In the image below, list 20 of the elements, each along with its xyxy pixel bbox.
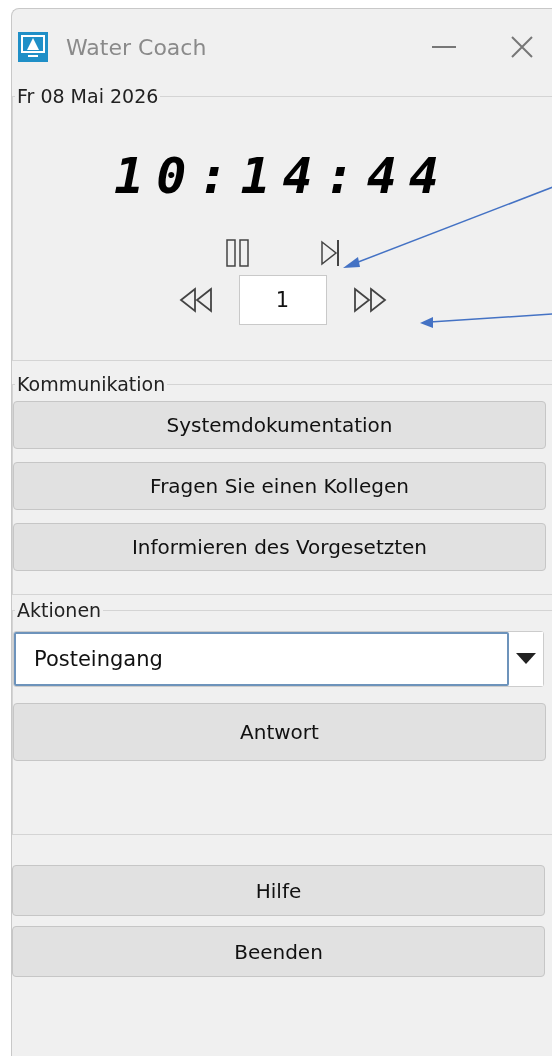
action-button[interactable]: Beenden — [12, 926, 545, 977]
group-title: Fr 08 Mai 2026 — [16, 85, 160, 107]
action-button[interactable]: Informieren des Vorgesetzten — [13, 523, 546, 571]
group-title: Aktionen — [16, 599, 103, 621]
monitor-warning-icon — [18, 32, 48, 62]
step-input-field[interactable]: 1 — [238, 275, 327, 325]
minimize-icon[interactable] — [432, 45, 456, 49]
fast-forward-icon[interactable] — [352, 286, 387, 314]
step-forward-icon[interactable] — [319, 239, 340, 267]
action-button[interactable]: Hilfe — [12, 865, 545, 916]
action-button[interactable]: Fragen Sie einen Kollegen — [13, 462, 546, 510]
digital-clock: 10:14:44 — [113, 147, 452, 205]
group-title: Kommunikation — [16, 373, 167, 395]
window-title: Water Coach — [66, 34, 208, 60]
action-button[interactable]: Systemdokumentation — [13, 401, 546, 449]
action-button[interactable]: Antwort — [13, 703, 546, 761]
dropdown[interactable]: Posteingang — [13, 631, 544, 687]
rewind-icon[interactable] — [178, 286, 213, 314]
pause-icon[interactable] — [225, 239, 250, 267]
close-icon[interactable] — [510, 35, 534, 59]
